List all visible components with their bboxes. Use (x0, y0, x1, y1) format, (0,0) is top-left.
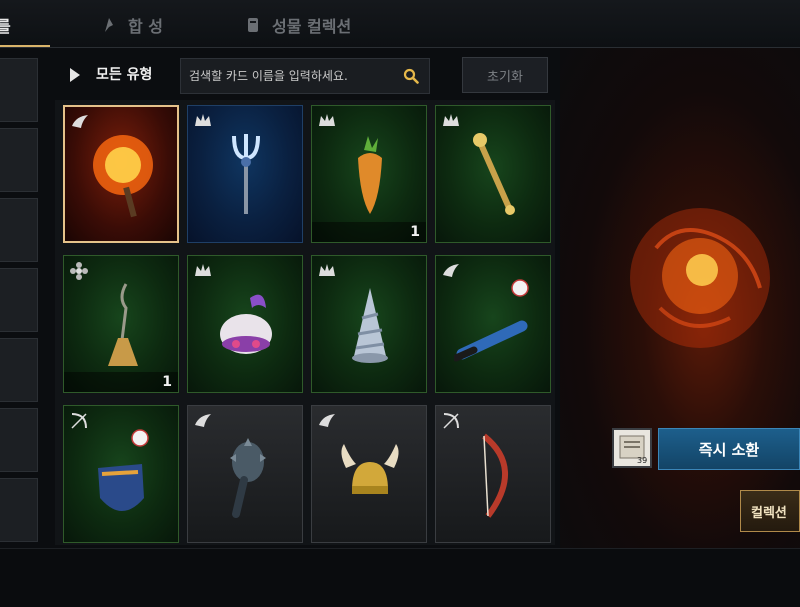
type-filter-arrow-icon[interactable] (70, 68, 80, 82)
cone-hat-icon (352, 288, 388, 363)
active-tab-indicator (0, 45, 50, 47)
golden-scepter-icon (473, 133, 515, 215)
sidebar-slot[interactable] (0, 268, 38, 332)
flame-preview-icon (630, 208, 770, 348)
card-flame-torch[interactable] (63, 105, 179, 243)
card-cone-hat[interactable] (311, 255, 427, 393)
collection-button[interactable]: 컬렉션 (740, 490, 800, 532)
broom-icon (108, 283, 138, 366)
tab-collection-label: 성물 컬렉션 (272, 17, 352, 36)
sidebar (0, 58, 40, 542)
type-filter-dropdown[interactable]: 모든 유형 (96, 64, 152, 86)
instant-summon-button[interactable]: 즉시 소환 (658, 428, 800, 470)
sidebar-slot[interactable] (0, 408, 38, 472)
search-box (180, 58, 430, 94)
card-baseball-glove[interactable] (63, 405, 179, 543)
carrot-icon (358, 136, 382, 214)
spiked-mace-icon (230, 438, 266, 518)
tab-synthesis[interactable]: 합 성 (100, 10, 163, 40)
card-baseball-bat[interactable] (435, 255, 551, 393)
card-footer (64, 372, 178, 392)
card-count: 1 (162, 374, 172, 390)
search-input[interactable] (189, 69, 397, 83)
baseball-glove-icon (98, 429, 149, 511)
card-footer (312, 222, 426, 242)
tab-cards-label: 를 (0, 17, 11, 36)
card-red-bow[interactable] (435, 405, 551, 543)
tab-synthesis-label: 합 성 (128, 17, 164, 36)
card-golden-scepter[interactable] (435, 105, 551, 243)
bottom-bar (0, 548, 800, 607)
card-feather-hat[interactable] (187, 255, 303, 393)
reset-button[interactable]: 초기화 (462, 57, 548, 93)
search-icon[interactable] (403, 68, 419, 84)
sidebar-slot[interactable] (0, 58, 38, 122)
flame-torch-icon (93, 135, 153, 218)
red-bow-icon (482, 433, 509, 518)
sidebar-slot[interactable] (0, 478, 38, 542)
collection-icon (248, 18, 258, 32)
tab-cards[interactable]: 를 (0, 10, 11, 40)
top-tab-bar: 를 합 성 성물 컬렉션 (0, 0, 800, 48)
card-carrot[interactable]: 1 (311, 105, 427, 243)
card-count: 1 (410, 224, 420, 240)
feather-hat-icon (220, 294, 272, 354)
sidebar-slot[interactable] (0, 198, 38, 262)
card-preview (560, 48, 800, 548)
sidebar-slot[interactable] (0, 338, 38, 402)
baseball-bat-icon (454, 279, 529, 362)
card-grid: 1 1 (55, 100, 555, 545)
sidebar-slot[interactable] (0, 128, 38, 192)
card-spiked-mace[interactable] (187, 405, 303, 543)
synthesis-icon (105, 18, 113, 32)
card-horned-helmet[interactable] (311, 405, 427, 543)
horned-helmet-icon (341, 444, 399, 494)
tab-collection[interactable]: 성물 컬렉션 (244, 10, 351, 40)
card-trident[interactable] (187, 105, 303, 243)
scroll-count: 39 (637, 456, 648, 465)
card-broom[interactable]: 1 (63, 255, 179, 393)
trident-icon (232, 134, 260, 214)
